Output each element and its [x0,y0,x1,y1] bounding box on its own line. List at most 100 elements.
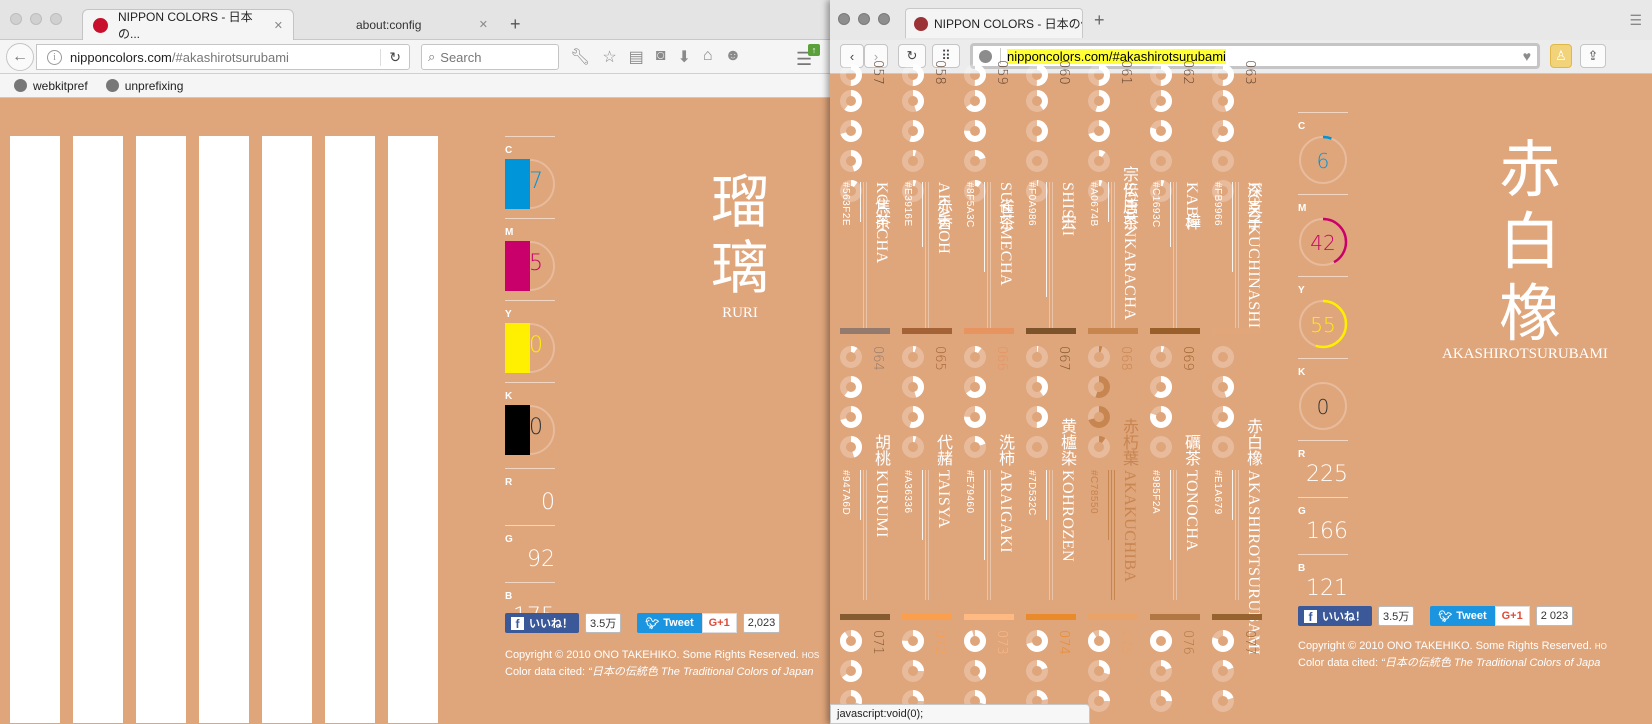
wrench-icon[interactable]: 🔧︎ [570,47,590,67]
color-hex: #F0A986 [1026,182,1037,227]
color-bar[interactable] [1150,328,1200,334]
facebook-like-button[interactable]: f いいね！ [505,613,579,633]
color-stripe [199,136,249,436]
color-romaji-link[interactable]: SUZUMECHA [996,182,1014,286]
zoom-window-button[interactable] [50,13,62,25]
smiley-icon[interactable]: ☻ [725,47,742,67]
color-bar[interactable] [1026,614,1076,620]
cmyk-value: 0 [1317,395,1330,419]
color-romaji-link[interactable]: KOGECHA [872,182,890,264]
color-bar[interactable] [902,614,952,620]
color-bar[interactable] [964,328,1014,334]
cmyk-item-c: C7 [505,136,555,218]
color-bar[interactable] [964,614,1014,620]
minimize-window-button[interactable] [30,13,42,25]
ring-gauge [1088,660,1110,682]
rgb-value: 166 [1306,519,1348,544]
url-bar[interactable]: i nipponcolors.com/#akashirotsurubami ↻ [36,44,410,70]
color-romaji-link[interactable]: AKASHIROTSURUBAMI [1244,470,1262,655]
tab-about-config[interactable]: about:config ✕ [298,9,498,40]
ring-gauge [1026,120,1048,142]
search-input[interactable]: ⌕ Search [421,44,559,70]
ring-gauge [1026,406,1048,428]
color-stripe [262,136,312,436]
rgb-item-r: R 225 [1298,440,1348,497]
gplus-button[interactable]: G+1 [1494,606,1530,626]
ring-gauge [902,90,924,112]
color-bar[interactable] [1150,614,1200,620]
new-tab-button[interactable]: + [510,14,521,35]
color-bar[interactable] [1088,328,1138,334]
close-window-button[interactable] [10,13,22,25]
color-romaji-link[interactable]: KOHROZEN [1058,470,1076,562]
cmyk-panel: C7M5Y0K0 [505,136,555,464]
ring-gauge [964,660,986,682]
download-icon[interactable]: ⬇ [677,47,690,67]
close-tab-icon[interactable]: ✕ [479,18,488,31]
share-button[interactable]: ⇪ [1580,44,1606,68]
color-bar[interactable] [1212,614,1262,620]
tab-nippon-colors[interactable]: NIPPON COLORS - 日本の伝統 [905,8,1083,38]
color-romaji-link[interactable]: ARAIGAKI [996,470,1014,553]
ring-gauge [1088,90,1110,112]
color-romaji-link[interactable]: KABA [1182,182,1200,229]
cmyk-label: K [505,391,513,402]
extension-button[interactable]: ♙ [1550,44,1572,68]
color-romaji-link[interactable]: AKAKOH [934,182,952,254]
back-button[interactable]: ← [6,43,34,71]
color-romaji-link[interactable]: KOKIKUCHINASHI [1244,182,1262,329]
rgb-item-g: G 92 [505,525,555,582]
tab-nippon-colors[interactable]: NIPPON COLORS - 日本の... ✕ [82,9,294,41]
color-bar[interactable] [840,328,890,334]
color-number: 059 [994,60,1009,85]
info-icon[interactable]: i [47,49,62,65]
color-romaji-link[interactable]: TONOCHA [1182,470,1200,551]
ring-gauge [902,630,924,652]
tweet-button[interactable]: 🐦︎ Tweet [637,613,702,633]
close-tab-icon[interactable]: ✕ [274,19,283,32]
facebook-like-button[interactable]: f いいね！ [1298,606,1372,626]
color-hex: #E79460 [964,470,975,514]
color-hex: #C1693C [1150,182,1161,228]
divider-line [863,182,864,332]
color-kanji: 洗柿 [996,434,1015,466]
color-kanji: 胡桃 [872,434,891,466]
color-romaji-link[interactable]: SODENKARACHA [1120,182,1138,320]
color-romaji-link[interactable]: SHISHI [1058,182,1076,237]
color-romaji-link[interactable]: TAISYA [934,470,952,529]
divider-line [1049,470,1050,600]
tweet-button[interactable]: 🐦︎ Tweet [1430,606,1495,626]
minimize-window-button[interactable] [858,13,870,25]
color-romaji-link[interactable]: KURUMI [872,470,890,538]
rgb-item-r: R0 [505,468,555,525]
cmyk-item-m: M 42 [1298,194,1348,276]
color-bar[interactable] [1026,328,1076,334]
home-icon[interactable]: ⌂ [703,47,713,67]
color-bar[interactable] [1212,328,1262,334]
color-bar[interactable] [1088,614,1138,620]
close-window-button[interactable] [838,13,850,25]
safari-window: NIPPON COLORS - 日本の伝統 + ☰ ‹ › ↻ ⠿ nippon… [830,0,1652,724]
ring-gauge [1212,630,1234,652]
color-hex: #8F5A3C [964,182,975,228]
heart-icon[interactable]: ♥ [1523,48,1531,64]
cmyk-value: 55 [1310,313,1335,337]
tab-overview-icon[interactable]: ☰ [1629,12,1642,29]
color-bar[interactable] [902,328,952,334]
star-icon[interactable]: ☆ [602,47,616,67]
color-hex: #A36336 [902,470,913,514]
zoom-window-button[interactable] [878,13,890,25]
pocket-icon[interactable]: ◙ [656,47,666,67]
color-hex: #E3916E [902,182,913,227]
bookmark-webkitpref[interactable]: webkitpref [14,79,88,93]
bookmark-unprefixing[interactable]: unprefixing [105,79,183,93]
color-romaji-link[interactable]: AKAKUCHIBA [1120,470,1138,583]
color-bar[interactable] [840,614,890,620]
reading-list-icon[interactable]: ▤ [629,47,644,67]
rgb-label: G [1298,506,1306,517]
reload-icon[interactable]: ↻ [380,48,409,66]
ring-gauge [1150,120,1172,142]
cmyk-gauge: 6 [1298,135,1348,185]
new-tab-button[interactable]: + [1094,10,1105,31]
gplus-button[interactable]: G+1 [701,613,737,633]
